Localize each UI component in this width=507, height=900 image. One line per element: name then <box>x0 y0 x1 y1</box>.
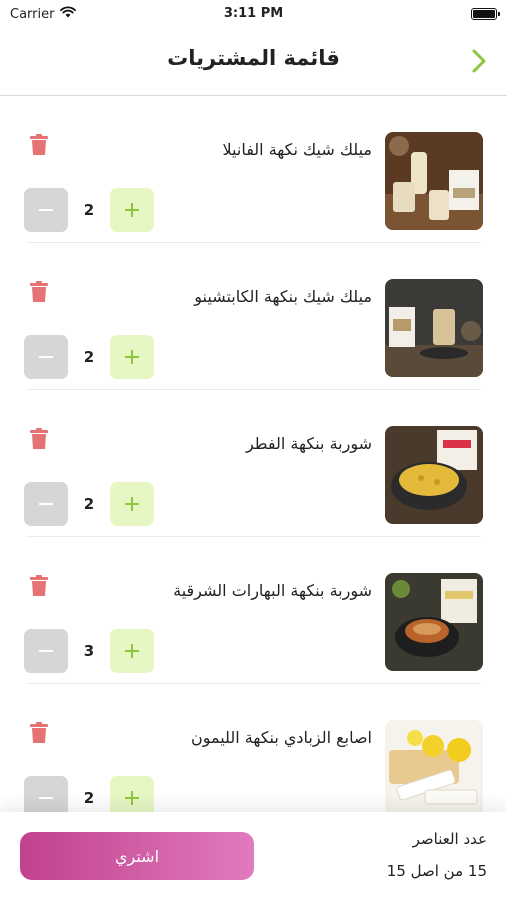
quantity-value: 2 <box>83 789 95 807</box>
decrease-button[interactable] <box>24 629 68 673</box>
item-name: اصابع الزبادي بنكهة الليمون <box>190 728 372 747</box>
increase-button[interactable] <box>110 188 154 232</box>
increase-button[interactable] <box>110 776 154 812</box>
trash-icon <box>30 722 48 743</box>
back-button[interactable] <box>467 46 491 76</box>
minus-icon <box>39 503 53 505</box>
cart-item: شوربة بنكهة البهارات الشرقية 3 <box>0 537 507 684</box>
quantity-value: 2 <box>83 348 95 366</box>
quantity-stepper: 2 <box>24 776 156 812</box>
trash-icon <box>30 575 48 596</box>
delete-button[interactable] <box>30 428 48 450</box>
plus-icon <box>125 203 139 217</box>
cart-item: اصابع الزبادي بنكهة الليمون 2 <box>0 684 507 812</box>
decrease-button[interactable] <box>24 335 68 379</box>
trash-icon <box>30 281 48 302</box>
minus-icon <box>39 797 53 799</box>
quantity-stepper: 2 <box>24 335 156 379</box>
increase-button[interactable] <box>110 629 154 673</box>
item-name: ميلك شيك نكهة الفانيلا <box>222 140 372 159</box>
items-count-label: عدد العناصر <box>412 830 487 848</box>
trash-icon <box>30 134 48 155</box>
plus-icon <box>125 791 139 805</box>
minus-icon <box>39 650 53 652</box>
trash-icon <box>30 428 48 449</box>
cart-list[interactable]: ميلك شيك نكهة الفانيلا 2 ميلك شيك بنكهة … <box>0 96 507 812</box>
items-count-value: 15 من اصل 15 <box>386 862 487 880</box>
plus-icon <box>125 350 139 364</box>
decrease-button[interactable] <box>24 188 68 232</box>
nav-header: قائمة المشتريات <box>0 30 507 96</box>
product-image <box>385 132 483 230</box>
quantity-stepper: 2 <box>24 482 156 526</box>
product-image <box>385 279 483 377</box>
delete-button[interactable] <box>30 722 48 744</box>
cart-item: شوربة بنكهة الفطر 2 <box>0 390 507 537</box>
chevron-right-icon <box>472 49 486 73</box>
page-title: قائمة المشتريات <box>167 46 340 70</box>
quantity-value: 3 <box>83 642 95 660</box>
decrease-button[interactable] <box>24 776 68 812</box>
item-name: ميلك شيك بنكهة الكابتشينو <box>194 287 372 306</box>
quantity-stepper: 3 <box>24 629 156 673</box>
cart-item: ميلك شيك بنكهة الكابتشينو 2 <box>0 243 507 390</box>
checkout-footer: اشتري عدد العناصر 15 من اصل 15 <box>0 812 507 900</box>
item-name: شوربة بنكهة البهارات الشرقية <box>173 581 372 600</box>
product-image <box>385 720 483 812</box>
minus-icon <box>39 209 53 211</box>
plus-icon <box>125 497 139 511</box>
item-name: شوربة بنكهة الفطر <box>245 434 372 453</box>
buy-button[interactable]: اشتري <box>20 832 254 880</box>
increase-button[interactable] <box>110 335 154 379</box>
delete-button[interactable] <box>30 134 48 156</box>
product-image <box>385 426 483 524</box>
battery-icon <box>471 8 500 20</box>
cart-item: ميلك شيك نكهة الفانيلا 2 <box>0 96 507 243</box>
minus-icon <box>39 356 53 358</box>
decrease-button[interactable] <box>24 482 68 526</box>
product-image <box>385 573 483 671</box>
quantity-value: 2 <box>83 201 95 219</box>
status-bar: Carrier 3:11 PM <box>0 0 507 30</box>
status-time: 3:11 PM <box>223 6 284 21</box>
delete-button[interactable] <box>30 575 48 597</box>
increase-button[interactable] <box>110 482 154 526</box>
plus-icon <box>125 644 139 658</box>
quantity-stepper: 2 <box>24 188 156 232</box>
quantity-value: 2 <box>83 495 95 513</box>
delete-button[interactable] <box>30 281 48 303</box>
